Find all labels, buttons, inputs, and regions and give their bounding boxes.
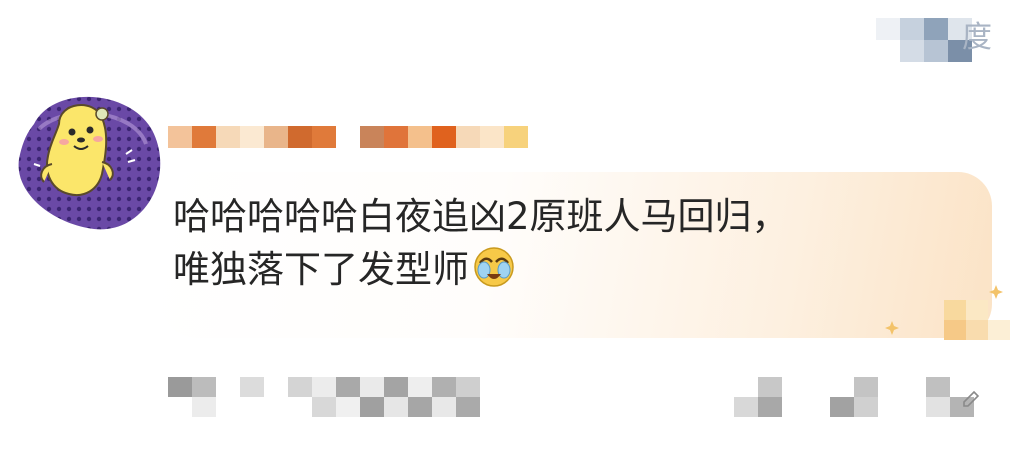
reply-icon[interactable] <box>958 388 982 412</box>
comment-text: 哈哈哈哈哈白夜追凶2原班人马回归， 唯独落下了发型师 <box>173 190 973 302</box>
sparkle-decoration <box>882 284 1012 342</box>
comment-line-2: 唯独落下了发型师 <box>173 243 973 302</box>
comment-line-1: 哈哈哈哈哈白夜追凶2原班人马回归， <box>173 195 789 238</box>
comment-line-2-text: 唯独落下了发型师 <box>173 248 469 291</box>
username-mosaic[interactable] <box>168 126 528 148</box>
footer-actions-mosaic[interactable] <box>734 377 974 417</box>
footer-meta-mosaic <box>168 377 480 417</box>
avatar[interactable] <box>14 84 164 234</box>
seal-avatar-icon <box>18 96 161 230</box>
top-right-label[interactable]: 度 <box>962 18 992 58</box>
crying-laughing-face-icon <box>473 246 515 302</box>
